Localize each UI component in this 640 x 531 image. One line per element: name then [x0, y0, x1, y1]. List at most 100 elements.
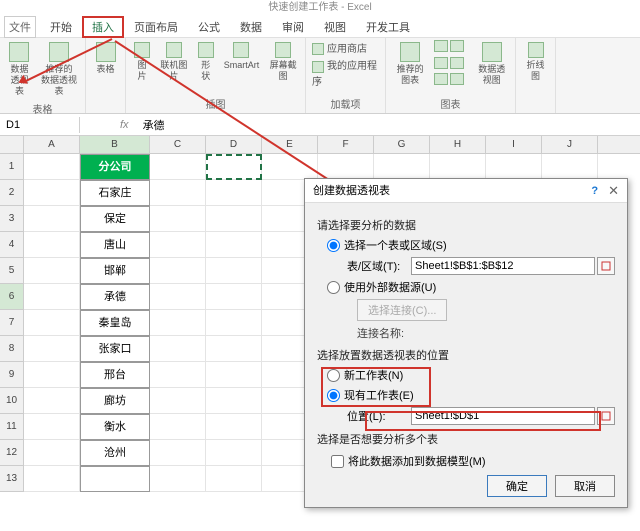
row-header-3[interactable]: 3: [0, 206, 24, 232]
tab-formulas[interactable]: 公式: [188, 16, 230, 38]
cell-C5[interactable]: [150, 258, 206, 284]
cell-C1[interactable]: [150, 154, 206, 180]
row-header-8[interactable]: 8: [0, 336, 24, 362]
cell-C10[interactable]: [150, 388, 206, 414]
picture-button[interactable]: 图片: [132, 40, 152, 84]
tab-review[interactable]: 审阅: [272, 16, 314, 38]
cell-D9[interactable]: [206, 362, 262, 388]
col-header-E[interactable]: E: [262, 136, 318, 153]
cell-D3[interactable]: [206, 206, 262, 232]
row-header-7[interactable]: 7: [0, 310, 24, 336]
myapps-button[interactable]: 我的应用程序: [312, 57, 379, 87]
row-header-5[interactable]: 5: [0, 258, 24, 284]
cell-B4[interactable]: 唐山: [80, 232, 150, 258]
cell-A10[interactable]: [24, 388, 80, 414]
cell-B7[interactable]: 秦皇岛: [80, 310, 150, 336]
range-picker-icon[interactable]: [597, 257, 615, 275]
tab-insert[interactable]: 插入: [82, 16, 124, 38]
recommended-pivot-button[interactable]: 推荐的 数据透视表: [39, 40, 79, 99]
cell-C6[interactable]: [150, 284, 206, 310]
name-box[interactable]: D1: [0, 117, 80, 133]
cell-D4[interactable]: [206, 232, 262, 258]
ok-button[interactable]: 确定: [487, 475, 547, 497]
cell-A7[interactable]: [24, 310, 80, 336]
cell-C9[interactable]: [150, 362, 206, 388]
col-header-C[interactable]: C: [150, 136, 206, 153]
screenshot-button[interactable]: 屏幕截图: [267, 40, 299, 84]
row-header-12[interactable]: 12: [0, 440, 24, 466]
row-header-11[interactable]: 11: [0, 414, 24, 440]
cell-A1[interactable]: [24, 154, 80, 180]
col-header-H[interactable]: H: [430, 136, 486, 153]
cell-D11[interactable]: [206, 414, 262, 440]
cell-B1[interactable]: 分公司: [80, 154, 150, 180]
cell-A11[interactable]: [24, 414, 80, 440]
chart-icon[interactable]: [450, 40, 464, 52]
fx-icon[interactable]: fx: [80, 119, 137, 131]
checkbox-data-model[interactable]: [331, 455, 344, 468]
cell-B3[interactable]: 保定: [80, 206, 150, 232]
cell-D8[interactable]: [206, 336, 262, 362]
cell-A12[interactable]: [24, 440, 80, 466]
cell-C7[interactable]: [150, 310, 206, 336]
tab-view[interactable]: 视图: [314, 16, 356, 38]
radio-select-range[interactable]: [327, 239, 340, 252]
cell-F1[interactable]: [318, 154, 374, 180]
cell-A5[interactable]: [24, 258, 80, 284]
radio-external-data[interactable]: [327, 281, 340, 294]
cell-C13[interactable]: [150, 466, 206, 492]
chart-icon[interactable]: [434, 73, 448, 85]
row-header-1[interactable]: 1: [0, 154, 24, 180]
location-picker-icon[interactable]: [597, 407, 615, 425]
cell-A2[interactable]: [24, 180, 80, 206]
shapes-button[interactable]: 形状: [196, 40, 216, 84]
radio-new-sheet[interactable]: [327, 369, 340, 382]
row-header-4[interactable]: 4: [0, 232, 24, 258]
cell-D10[interactable]: [206, 388, 262, 414]
cell-B12[interactable]: 沧州: [80, 440, 150, 466]
cell-A6[interactable]: [24, 284, 80, 310]
cell-B10[interactable]: 廊坊: [80, 388, 150, 414]
tab-file[interactable]: 文件: [4, 16, 36, 38]
chart-icon[interactable]: [450, 73, 464, 85]
cell-B5[interactable]: 邯郸: [80, 258, 150, 284]
cell-C2[interactable]: [150, 180, 206, 206]
cell-A9[interactable]: [24, 362, 80, 388]
chart-icon[interactable]: [434, 40, 448, 52]
cell-D7[interactable]: [206, 310, 262, 336]
col-header-I[interactable]: I: [486, 136, 542, 153]
col-header-J[interactable]: J: [542, 136, 598, 153]
pivot-table-button[interactable]: 数据 透视表: [6, 40, 33, 99]
sparkline-button[interactable]: 折线图: [522, 40, 549, 84]
cell-D1[interactable]: [206, 154, 262, 180]
radio-existing-sheet[interactable]: [327, 389, 340, 402]
dialog-help-icon[interactable]: ?: [591, 179, 598, 203]
cell-C4[interactable]: [150, 232, 206, 258]
location-input[interactable]: [411, 407, 595, 425]
row-header-2[interactable]: 2: [0, 180, 24, 206]
cancel-button[interactable]: 取消: [555, 475, 615, 497]
cell-B11[interactable]: 衡水: [80, 414, 150, 440]
table-button[interactable]: 表格: [94, 40, 118, 77]
select-all-corner[interactable]: [0, 136, 24, 153]
cell-C11[interactable]: [150, 414, 206, 440]
cell-D12[interactable]: [206, 440, 262, 466]
cell-D6[interactable]: [206, 284, 262, 310]
cell-B13[interactable]: [80, 466, 150, 492]
tab-layout[interactable]: 页面布局: [124, 16, 188, 38]
tab-developer[interactable]: 开发工具: [356, 16, 420, 38]
cell-B2[interactable]: 石家庄: [80, 180, 150, 206]
cell-A4[interactable]: [24, 232, 80, 258]
cell-B9[interactable]: 邢台: [80, 362, 150, 388]
cell-D5[interactable]: [206, 258, 262, 284]
cell-I1[interactable]: [486, 154, 542, 180]
row-header-6[interactable]: 6: [0, 284, 24, 310]
row-header-13[interactable]: 13: [0, 466, 24, 492]
row-header-9[interactable]: 9: [0, 362, 24, 388]
cell-D2[interactable]: [206, 180, 262, 206]
col-header-D[interactable]: D: [206, 136, 262, 153]
col-header-B[interactable]: B: [80, 136, 150, 153]
cell-J1[interactable]: [542, 154, 598, 180]
row-header-10[interactable]: 10: [0, 388, 24, 414]
cell-C12[interactable]: [150, 440, 206, 466]
